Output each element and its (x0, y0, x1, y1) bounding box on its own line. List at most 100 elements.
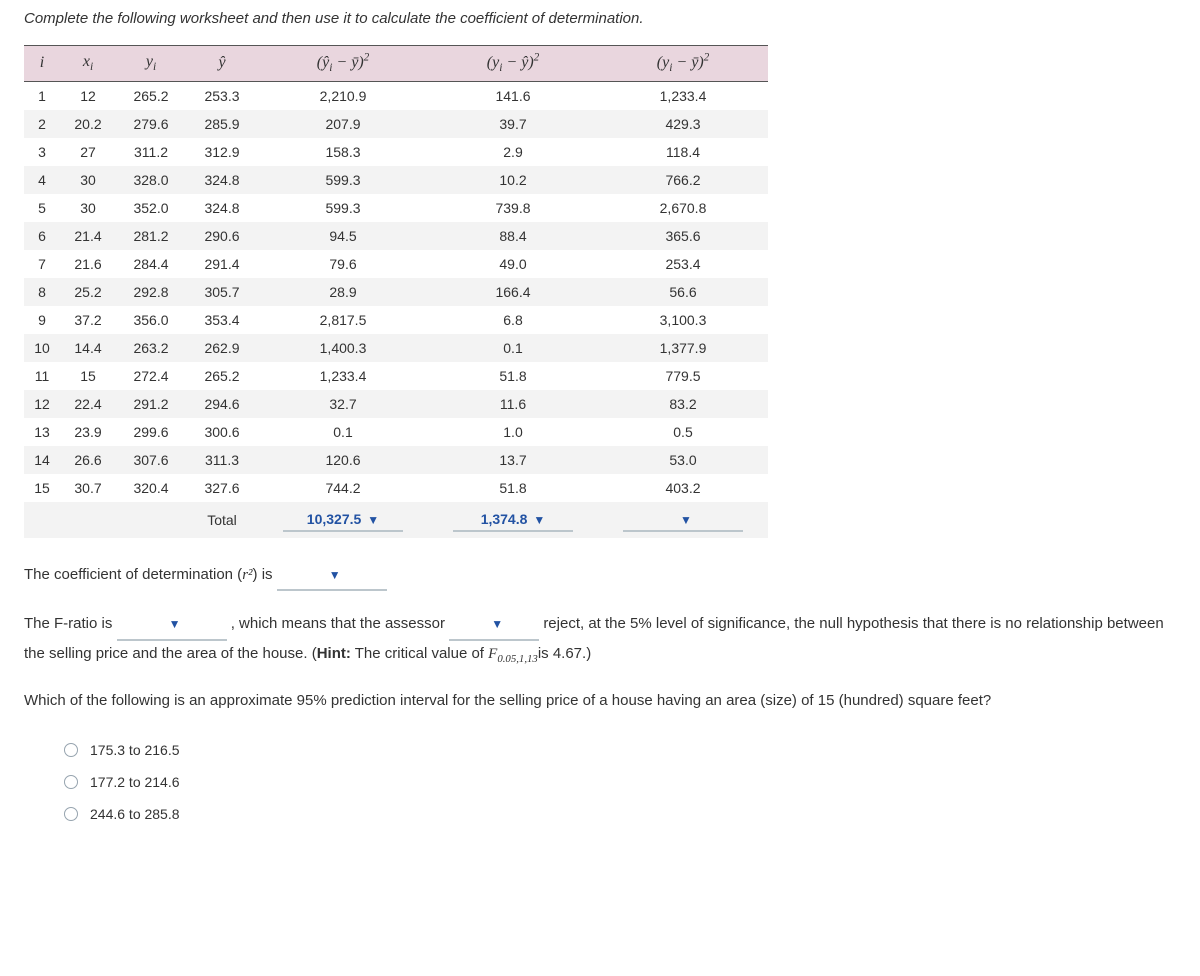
cell-c3: 429.3 (598, 110, 768, 138)
cell-i: 13 (24, 418, 60, 446)
cell-c2: 13.7 (428, 446, 598, 474)
option-label: 244.6 to 285.8 (90, 806, 180, 822)
chevron-down-icon: ▼ (533, 513, 545, 527)
cell-c1: 0.1 (258, 418, 428, 446)
cell-c1: 599.3 (258, 194, 428, 222)
cell-i: 15 (24, 474, 60, 502)
cell-yhat: 300.6 (186, 418, 258, 446)
chevron-down-icon: ▼ (367, 513, 379, 527)
options-group: 175.3 to 216.5 177.2 to 214.6 244.6 to 2… (24, 734, 1176, 830)
cell-x: 23.9 (60, 418, 116, 446)
cell-yhat: 294.6 (186, 390, 258, 418)
cell-c3: 83.2 (598, 390, 768, 418)
cell-yhat: 312.9 (186, 138, 258, 166)
cell-x: 37.2 (60, 306, 116, 334)
cell-yhat: 327.6 (186, 474, 258, 502)
cell-c1: 1,233.4 (258, 362, 428, 390)
cell-x: 26.6 (60, 446, 116, 474)
cell-c2: 0.1 (428, 334, 598, 362)
header-yhat: ŷ (186, 46, 258, 82)
cell-i: 12 (24, 390, 60, 418)
cell-x: 30.7 (60, 474, 116, 502)
cell-c1: 158.3 (258, 138, 428, 166)
cell-c2: 51.8 (428, 474, 598, 502)
header-sst: (yi − ȳ)2 (598, 46, 768, 82)
cell-yhat: 253.3 (186, 81, 258, 110)
cell-i: 9 (24, 306, 60, 334)
total-c1-dropdown[interactable]: 10,327.5▼ (283, 508, 403, 532)
table-row: 530352.0324.8599.3739.82,670.8 (24, 194, 768, 222)
cell-yhat: 265.2 (186, 362, 258, 390)
coefficient-sentence: The coefficient of determination (r²) is… (24, 562, 1176, 592)
cell-c2: 49.0 (428, 250, 598, 278)
cell-c1: 2,210.9 (258, 81, 428, 110)
f-ratio-sentence: The F-ratio is ▼ , which means that the … (24, 611, 1176, 668)
radio-icon (64, 743, 78, 757)
cell-c1: 120.6 (258, 446, 428, 474)
table-row: 1426.6307.6311.3120.613.753.0 (24, 446, 768, 474)
option-2[interactable]: 177.2 to 214.6 (24, 766, 1176, 798)
cell-y: 279.6 (116, 110, 186, 138)
cell-c2: 51.8 (428, 362, 598, 390)
cell-y: 352.0 (116, 194, 186, 222)
decision-dropdown[interactable]: ▼ (449, 611, 539, 641)
cell-c2: 739.8 (428, 194, 598, 222)
radio-icon (64, 775, 78, 789)
cell-c3: 56.6 (598, 278, 768, 306)
r2-dropdown[interactable]: ▼ (277, 562, 387, 592)
cell-yhat: 324.8 (186, 166, 258, 194)
option-1[interactable]: 175.3 to 216.5 (24, 734, 1176, 766)
cell-c1: 744.2 (258, 474, 428, 502)
cell-x: 22.4 (60, 390, 116, 418)
cell-i: 1 (24, 81, 60, 110)
cell-y: 272.4 (116, 362, 186, 390)
cell-x: 21.4 (60, 222, 116, 250)
chevron-down-icon: ▼ (491, 614, 503, 634)
table-row: 220.2279.6285.9207.939.7429.3 (24, 110, 768, 138)
cell-c3: 253.4 (598, 250, 768, 278)
cell-c3: 118.4 (598, 138, 768, 166)
cell-x: 21.6 (60, 250, 116, 278)
cell-c3: 766.2 (598, 166, 768, 194)
cell-c2: 6.8 (428, 306, 598, 334)
cell-c3: 1,233.4 (598, 81, 768, 110)
total-c2-dropdown[interactable]: 1,374.8▼ (453, 508, 573, 532)
cell-yhat: 305.7 (186, 278, 258, 306)
cell-x: 14.4 (60, 334, 116, 362)
radio-icon (64, 807, 78, 821)
cell-i: 10 (24, 334, 60, 362)
cell-y: 299.6 (116, 418, 186, 446)
cell-c1: 599.3 (258, 166, 428, 194)
cell-y: 292.8 (116, 278, 186, 306)
cell-c1: 32.7 (258, 390, 428, 418)
table-row: 112265.2253.32,210.9141.61,233.4 (24, 81, 768, 110)
table-row: 430328.0324.8599.310.2766.2 (24, 166, 768, 194)
cell-c1: 28.9 (258, 278, 428, 306)
cell-c1: 2,817.5 (258, 306, 428, 334)
cell-c1: 1,400.3 (258, 334, 428, 362)
cell-x: 25.2 (60, 278, 116, 306)
cell-c2: 88.4 (428, 222, 598, 250)
cell-c2: 1.0 (428, 418, 598, 446)
cell-c2: 141.6 (428, 81, 598, 110)
cell-c3: 53.0 (598, 446, 768, 474)
cell-c1: 94.5 (258, 222, 428, 250)
chevron-down-icon: ▼ (329, 565, 341, 585)
total-c3-dropdown[interactable]: ▼ (623, 508, 743, 532)
cell-y: 328.0 (116, 166, 186, 194)
header-ssr: (ŷi − ȳ)2 (258, 46, 428, 82)
cell-i: 5 (24, 194, 60, 222)
cell-y: 281.2 (116, 222, 186, 250)
option-3[interactable]: 244.6 to 285.8 (24, 798, 1176, 830)
f-ratio-dropdown[interactable]: ▼ (117, 611, 227, 641)
cell-c2: 2.9 (428, 138, 598, 166)
cell-y: 284.4 (116, 250, 186, 278)
cell-i: 14 (24, 446, 60, 474)
cell-yhat: 291.4 (186, 250, 258, 278)
cell-yhat: 290.6 (186, 222, 258, 250)
cell-yhat: 285.9 (186, 110, 258, 138)
cell-i: 8 (24, 278, 60, 306)
cell-c2: 39.7 (428, 110, 598, 138)
cell-c1: 79.6 (258, 250, 428, 278)
option-label: 177.2 to 214.6 (90, 774, 180, 790)
